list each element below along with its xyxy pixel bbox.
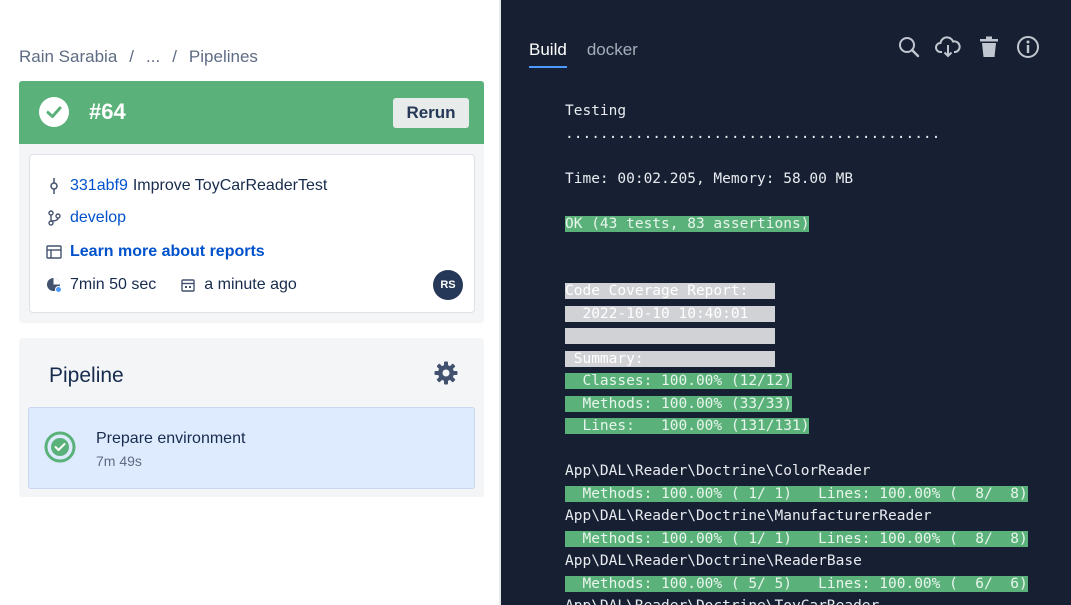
log-line-text: Summary: xyxy=(565,350,775,367)
log-line: Testing xyxy=(565,100,1028,123)
log-line: Methods: 100.00% ( 5/ 5) Lines: 100.00% … xyxy=(565,573,1028,596)
branch-row: develop xyxy=(46,207,126,229)
log-line-text: ........................................… xyxy=(565,125,941,142)
avatar[interactable]: RS xyxy=(433,270,463,300)
log-panel: Build docker Testing....................… xyxy=(501,0,1071,605)
log-line: OK (43 tests, 83 assertions) xyxy=(565,213,1028,236)
report-icon xyxy=(46,244,62,260)
calendar-icon xyxy=(180,277,196,293)
tab-docker[interactable]: docker xyxy=(587,40,638,68)
build-number: #64 xyxy=(89,99,126,124)
pipeline-title: Pipeline xyxy=(49,364,124,387)
log-line-text: App\DAL\Reader\Doctrine\ManufacturerRead… xyxy=(565,508,932,524)
build-started-time: a minute ago xyxy=(204,276,297,293)
log-line xyxy=(565,325,1028,348)
log-line: Methods: 100.00% ( 1/ 1) Lines: 100.00% … xyxy=(565,483,1028,506)
log-line: 2022-10-10 10:40:01 xyxy=(565,303,1028,326)
log-line-text: App\DAL\Reader\Doctrine\ColorReader xyxy=(565,463,871,479)
breadcrumb-separator: / xyxy=(129,47,135,66)
log-line: Methods: 100.00% ( 1/ 1) Lines: 100.00% … xyxy=(565,528,1028,551)
log-line-text: Methods: 100.00% ( 1/ 1) Lines: 100.00% … xyxy=(565,530,1028,547)
pipeline-step[interactable]: Prepare environment 7m 49s xyxy=(28,407,475,489)
log-line: Code Coverage Report: xyxy=(565,280,1028,303)
log-line-text: Time: 00:02.205, Memory: 58.00 MB xyxy=(565,170,854,187)
log-line-text: Methods: 100.00% ( 5/ 5) Lines: 100.00% … xyxy=(565,575,1028,592)
log-line-text: App\DAL\Reader\Doctrine\ToyCarReader xyxy=(565,598,879,605)
commit-hash-link[interactable]: 331abf9 xyxy=(70,177,128,195)
tab-build[interactable]: Build xyxy=(529,40,567,68)
log-line: ........................................… xyxy=(565,123,1028,146)
build-header: #64 Rerun xyxy=(19,81,484,144)
log-line-text xyxy=(565,328,775,344)
commit-icon xyxy=(46,178,62,194)
breadcrumb: Rain Sarabia / ... / Pipelines xyxy=(19,46,258,68)
log-line: App\DAL\Reader\Doctrine\ColorReader xyxy=(565,460,1028,483)
trash-icon[interactable] xyxy=(976,34,1002,60)
step-duration: 7m 49s xyxy=(96,453,142,469)
log-line: App\DAL\Reader\Doctrine\ReaderBase xyxy=(565,550,1028,573)
log-line: Classes: 100.00% (12/12) xyxy=(565,370,1028,393)
branch-link[interactable]: develop xyxy=(70,209,126,227)
search-icon[interactable] xyxy=(896,34,922,60)
build-card: #64 Rerun 331abf9 Improve ToyCarReaderTe… xyxy=(19,81,484,323)
learn-more-reports-link[interactable]: Learn more about reports xyxy=(70,243,265,261)
log-line-text: App\DAL\Reader\Doctrine\ReaderBase xyxy=(565,553,862,569)
gear-icon[interactable] xyxy=(433,360,459,386)
cloud-download-icon[interactable] xyxy=(935,34,961,60)
log-line-text: OK (43 tests, 83 assertions) xyxy=(565,215,810,232)
commit-row: 331abf9 Improve ToyCarReaderTest xyxy=(46,175,327,197)
step-success-icon xyxy=(44,431,76,463)
pipeline-sidebar: Rain Sarabia / ... / Pipelines #64 Rerun… xyxy=(0,0,501,605)
success-check-icon xyxy=(39,97,69,127)
log-line-text: Testing xyxy=(565,103,627,119)
log-line-text: Code Coverage Report: xyxy=(565,283,775,299)
commit-message: Improve ToyCarReaderTest xyxy=(132,177,328,194)
timing-row: 7min 50 sec a minute ago xyxy=(46,274,297,296)
log-line: App\DAL\Reader\Doctrine\ManufacturerRead… xyxy=(565,505,1028,528)
breadcrumb-workspace[interactable]: Rain Sarabia xyxy=(19,47,117,67)
log-line-text: 2022-10-10 10:40:01 xyxy=(565,305,775,322)
breadcrumb-separator: / xyxy=(172,47,177,66)
branch-icon xyxy=(46,210,62,226)
rerun-button[interactable]: Rerun xyxy=(393,98,469,128)
build-log: Testing.................................… xyxy=(565,100,1028,605)
step-name: Prepare environment xyxy=(96,430,246,447)
log-line: Methods: 100.00% (33/33) xyxy=(565,393,1028,416)
log-line: App\DAL\Reader\Doctrine\ToyCarReader xyxy=(565,595,1028,605)
build-details: 331abf9 Improve ToyCarReaderTest develop… xyxy=(29,154,475,313)
pipeline-card: Pipeline Prepare environment 7m 49s xyxy=(19,338,484,497)
log-tabs: Build docker xyxy=(529,40,658,68)
log-line-text: Lines: 100.00% (131/131) xyxy=(565,418,810,434)
breadcrumb-current[interactable]: Pipelines xyxy=(189,47,258,67)
info-icon[interactable] xyxy=(1015,34,1041,60)
log-line-text: Methods: 100.00% (33/33) xyxy=(565,395,792,412)
breadcrumb-ellipsis[interactable]: ... xyxy=(146,47,160,67)
log-line: Lines: 100.00% (131/131) xyxy=(565,415,1028,438)
log-line: Time: 00:02.205, Memory: 58.00 MB xyxy=(565,168,1028,191)
reports-row: Learn more about reports xyxy=(46,241,265,263)
log-line: Summary: xyxy=(565,348,1028,371)
duration-icon xyxy=(46,277,62,293)
build-duration: 7min 50 sec xyxy=(70,276,157,293)
log-line-text: Methods: 100.00% ( 1/ 1) Lines: 100.00% … xyxy=(565,485,1028,502)
log-line-text: Classes: 100.00% (12/12) xyxy=(565,373,792,389)
